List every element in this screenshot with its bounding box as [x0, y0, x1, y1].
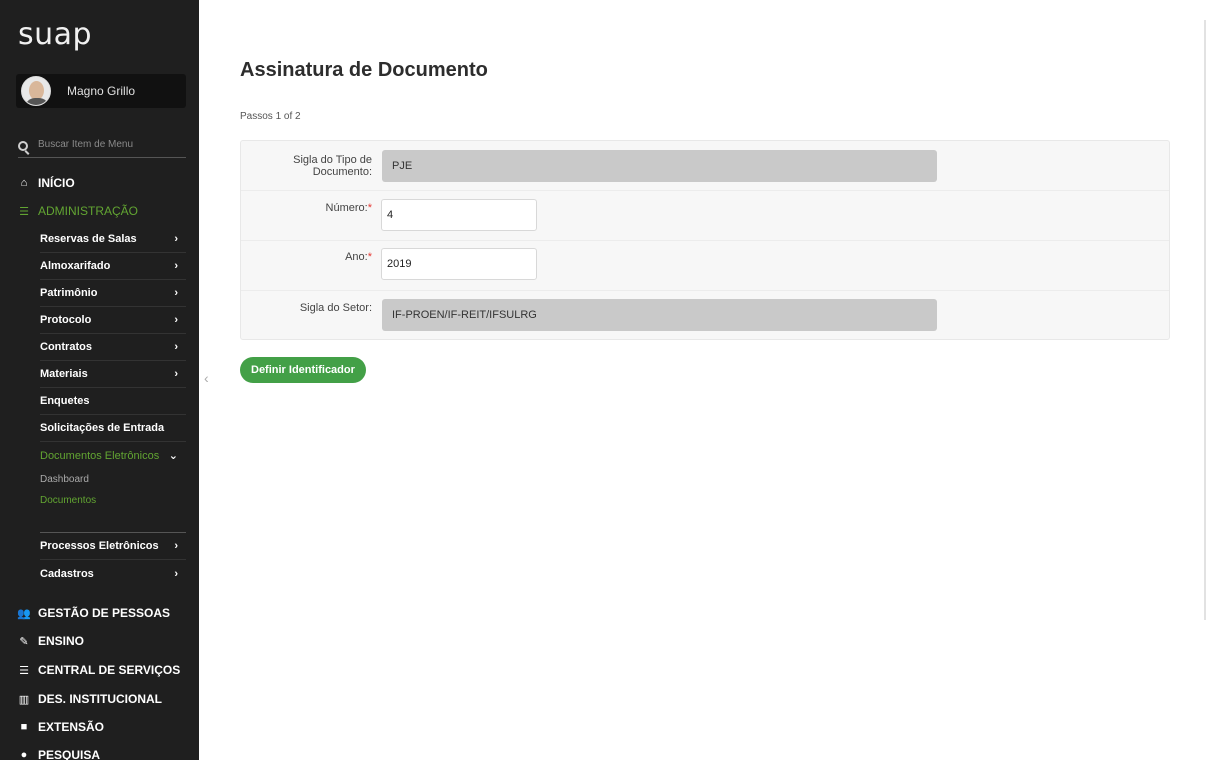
- menu-search: [18, 138, 186, 158]
- setor-label: Sigla do Setor:: [299, 302, 372, 314]
- sidebar-item-label: DES. INSTITUCIONAL: [38, 692, 163, 706]
- chevron-right-icon: ›: [174, 567, 178, 580]
- sidebar-item-label: CENTRAL DE SERVIÇOS: [38, 663, 181, 677]
- sidebar-item-label: Reservas de Salas: [40, 233, 137, 245]
- collapse-sidebar-icon[interactable]: ‹: [204, 370, 209, 386]
- sidebar-subitem-documentos[interactable]: Documentos: [40, 490, 186, 511]
- list-icon: ☰: [19, 664, 29, 677]
- sidebar: suap Magno Grillo ⌂ INÍCIO ☰ ADMINISTRAÇ…: [0, 0, 199, 760]
- chevron-right-icon: ›: [174, 341, 178, 353]
- app-logo[interactable]: suap: [18, 20, 92, 50]
- sidebar-item-label: PESQUISA: [38, 748, 101, 760]
- avatar: [21, 76, 51, 106]
- chevron-right-icon: ›: [174, 233, 178, 245]
- page-title: Assinatura de Documento: [240, 59, 488, 81]
- sidebar-subitem-dashboard[interactable]: Dashboard: [40, 469, 186, 490]
- sidebar-item-patrimonio[interactable]: Patrimônio ›: [40, 280, 186, 307]
- sidebar-item-enquetes[interactable]: Enquetes: [40, 388, 186, 415]
- sidebar-item-label: ADMINISTRAÇÃO: [38, 204, 139, 218]
- signature-form: Sigla do Tipo de Documento: PJE Número:*…: [240, 140, 1170, 340]
- sidebar-item-solicitacoes-de-entrada[interactable]: Solicitações de Entrada: [40, 415, 186, 442]
- form-row-ano: Ano:*: [241, 241, 1169, 291]
- sidebar-item-label: GESTÃO DE PESSOAS: [38, 606, 171, 620]
- sidebar-item-reservas-de-salas[interactable]: Reservas de Salas ›: [40, 226, 186, 253]
- numero-label: Número:*: [326, 202, 372, 214]
- sidebar-item-documentos-eletronicos[interactable]: Documentos Eletrônicos ⌄: [40, 442, 186, 469]
- sidebar-item-administracao[interactable]: ☰ ADMINISTRAÇÃO: [0, 204, 199, 218]
- chevron-right-icon: ›: [174, 260, 178, 272]
- menu-search-input[interactable]: [38, 139, 178, 150]
- ano-input[interactable]: [381, 248, 537, 280]
- form-row-tipo: Sigla do Tipo de Documento: PJE: [241, 141, 1169, 191]
- chevron-right-icon: ›: [174, 287, 178, 299]
- sidebar-item-label: Contratos: [40, 341, 92, 353]
- search-icon: ●: [20, 749, 28, 760]
- definir-identificador-button[interactable]: Definir Identificador: [240, 357, 366, 383]
- sidebar-item-label: INÍCIO: [38, 176, 75, 190]
- user-profile[interactable]: Magno Grillo: [16, 74, 186, 108]
- sidebar-item-inicio[interactable]: ⌂ INÍCIO: [0, 176, 199, 190]
- required-marker: *: [367, 202, 372, 214]
- bar-chart-icon: ▥: [18, 693, 30, 706]
- sidebar-item-label: Cadastros: [40, 567, 94, 580]
- sidebar-item-label: Documentos Eletrônicos: [40, 449, 160, 462]
- briefcase-icon: ■: [20, 721, 28, 733]
- tipo-label: Sigla do Tipo de Documento:: [293, 154, 372, 178]
- tipo-label-line2: Documento:: [312, 166, 372, 179]
- sidebar-item-label: EXTENSÃO: [38, 720, 105, 734]
- setor-field: IF-PROEN/IF-REIT/IFSULRG: [382, 299, 937, 331]
- home-icon: ⌂: [20, 177, 28, 189]
- numero-label-text: Número:: [325, 202, 368, 214]
- divider: [40, 511, 186, 533]
- sidebar-item-des-institucional[interactable]: ▥ DES. INSTITUCIONAL: [0, 692, 199, 706]
- form-row-numero: Número:*: [241, 191, 1169, 241]
- sidebar-item-label: Patrimônio: [40, 287, 98, 299]
- sidebar-item-label: Protocolo: [40, 314, 92, 326]
- sidebar-item-cadastros[interactable]: Cadastros ›: [40, 560, 186, 587]
- search-icon: [18, 140, 28, 151]
- sidebar-item-almoxarifado[interactable]: Almoxarifado ›: [40, 253, 186, 280]
- wizard-steps: Passos 1 of 2: [240, 111, 301, 122]
- required-marker: *: [367, 251, 372, 263]
- sidebar-item-label: Solicitações de Entrada: [40, 422, 165, 434]
- ano-label-text: Ano:: [345, 251, 368, 263]
- pencil-icon: ✎: [19, 635, 29, 648]
- numero-input[interactable]: [381, 199, 537, 231]
- chevron-right-icon: ›: [174, 540, 178, 552]
- ano-label: Ano:*: [345, 251, 372, 263]
- administracao-submenu: Reservas de Salas › Almoxarifado › Patrimô…: [40, 226, 186, 587]
- tipo-field: PJE: [382, 150, 937, 182]
- sidebar-item-pesquisa[interactable]: ● PESQUISA: [0, 748, 199, 760]
- sidebar-item-label: ENSINO: [38, 634, 85, 648]
- sidebar-item-label: Materiais: [40, 368, 88, 380]
- sidebar-item-ensino[interactable]: ✎ ENSINO: [0, 634, 199, 648]
- admin-icon: ☰: [19, 205, 29, 218]
- chevron-right-icon: ›: [174, 368, 178, 380]
- sidebar-item-central-de-servicos[interactable]: ☰ CENTRAL DE SERVIÇOS: [0, 663, 199, 677]
- sidebar-item-protocolo[interactable]: Protocolo ›: [40, 307, 186, 334]
- tipo-label-line1: Sigla do Tipo de: [293, 154, 372, 166]
- chevron-right-icon: ›: [174, 314, 178, 326]
- sidebar-item-label: Almoxarifado: [40, 260, 111, 272]
- form-row-setor: Sigla do Setor: IF-PROEN/IF-REIT/IFSULRG: [241, 291, 1169, 341]
- sidebar-item-processos-eletronicos[interactable]: Processos Eletrônicos ›: [40, 533, 186, 560]
- people-icon: 👥: [17, 607, 31, 620]
- chevron-down-icon: ⌄: [168, 450, 178, 462]
- sidebar-item-label: Processos Eletrônicos: [40, 540, 159, 552]
- sidebar-item-contratos[interactable]: Contratos ›: [40, 334, 186, 361]
- sidebar-item-materiais[interactable]: Materiais ›: [40, 361, 186, 388]
- user-name: Magno Grillo: [67, 84, 136, 98]
- app-window: suap Magno Grillo ⌂ INÍCIO ☰ ADMINISTRAÇ…: [0, 0, 1206, 760]
- sidebar-item-label: Enquetes: [40, 395, 90, 407]
- sidebar-item-gestao-de-pessoas[interactable]: 👥 GESTÃO DE PESSOAS: [0, 606, 199, 620]
- sidebar-item-extensao[interactable]: ■ EXTENSÃO: [0, 720, 199, 734]
